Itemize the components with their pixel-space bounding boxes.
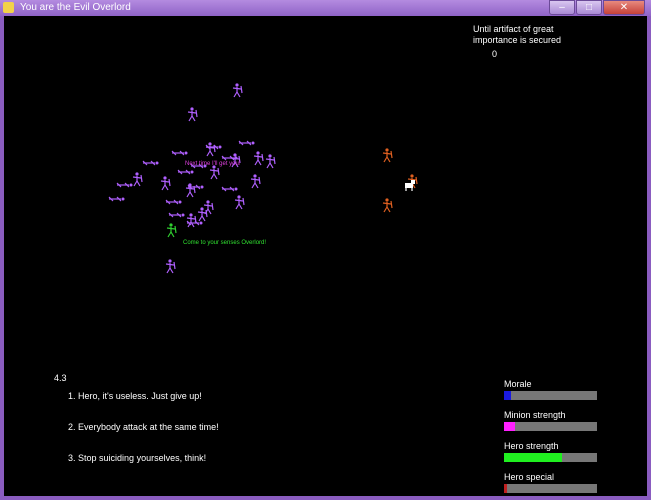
minion-figure xyxy=(197,207,208,222)
option-text: Stop suiciding yourselves, think! xyxy=(78,453,207,463)
option-text: Hero, it's useless. Just give up! xyxy=(78,391,202,401)
fallen-minion xyxy=(177,169,194,175)
artifact-counter: 0 xyxy=(492,49,498,59)
morale-bar-fill xyxy=(504,391,512,400)
close-icon: ✕ xyxy=(619,2,629,13)
minion-figure xyxy=(265,154,276,169)
window-title: You are the Evil Overlord xyxy=(20,2,131,13)
minion-figure xyxy=(186,213,197,228)
minion-figure xyxy=(187,107,198,122)
option-number: 2. xyxy=(68,422,76,432)
maximize-icon: □ xyxy=(585,2,593,13)
minion-figure xyxy=(160,176,171,191)
recruit-speech: Come to your senses Overlord! xyxy=(183,240,267,246)
minion-figure xyxy=(185,183,196,198)
fallen-minion xyxy=(221,186,238,192)
hero-figure xyxy=(382,198,393,213)
minion-figure xyxy=(205,142,216,157)
fallen-minion xyxy=(171,150,188,156)
hero-special-label: Hero special xyxy=(504,472,555,482)
minion-figure xyxy=(234,195,245,210)
minimize-button[interactable]: – xyxy=(549,0,575,15)
dialogue-option-3[interactable]: 3. Stop suiciding yourselves, think! xyxy=(68,453,206,463)
minion-figure xyxy=(203,200,214,215)
fallen-minion xyxy=(116,182,133,188)
window-controls: – □ ✕ xyxy=(549,0,645,15)
hero-strength-label: Hero strength xyxy=(504,441,559,451)
fallen-minion xyxy=(142,160,159,166)
fallen-minion xyxy=(108,196,125,202)
option-text: Everybody attack at the same time! xyxy=(78,422,219,432)
recruit-figure xyxy=(166,223,177,238)
close-button[interactable]: ✕ xyxy=(603,0,645,15)
minion-figure xyxy=(232,83,243,98)
dialogue-option-1[interactable]: 1. Hero, it's useless. Just give up! xyxy=(68,391,202,401)
hero-figure xyxy=(382,148,393,163)
minion-strength-label: Minion strength xyxy=(504,410,566,420)
app-icon xyxy=(3,2,14,13)
hero-strength-bar-fill xyxy=(504,453,562,462)
minion-figure xyxy=(250,174,261,189)
minion-strength-bar xyxy=(504,422,597,431)
hero-special-bar-fill xyxy=(504,484,507,493)
round-label: 4.3 xyxy=(54,373,67,383)
minion-figure xyxy=(209,165,220,180)
morale-bar xyxy=(504,391,597,400)
hero-strength-bar xyxy=(504,453,597,462)
maximize-button[interactable]: □ xyxy=(576,0,602,15)
fallen-minion xyxy=(238,140,255,146)
goal-text: Until artifact of great importance is se… xyxy=(473,24,562,45)
minion-figure xyxy=(165,259,176,274)
title-bar[interactable]: You are the Evil Overlord – □ ✕ xyxy=(0,0,651,16)
fallen-minion xyxy=(165,199,182,205)
option-number: 1. xyxy=(68,391,76,401)
minion-strength-bar-fill xyxy=(504,422,516,431)
game-canvas[interactable]: Until artifact of great importance is se… xyxy=(4,16,647,496)
hero-special-bar xyxy=(504,484,597,493)
minion-speech: Next time I'll get you! xyxy=(185,161,241,167)
option-number: 3. xyxy=(68,453,76,463)
minimize-icon: – xyxy=(559,2,565,13)
minion-figure xyxy=(132,172,143,187)
fallen-minion xyxy=(168,212,185,218)
app-window: You are the Evil Overlord – □ ✕ Until ar… xyxy=(0,0,651,500)
morale-label: Morale xyxy=(504,379,532,389)
dialogue-option-2[interactable]: 2. Everybody attack at the same time! xyxy=(68,422,219,432)
minion-figure xyxy=(253,151,264,166)
